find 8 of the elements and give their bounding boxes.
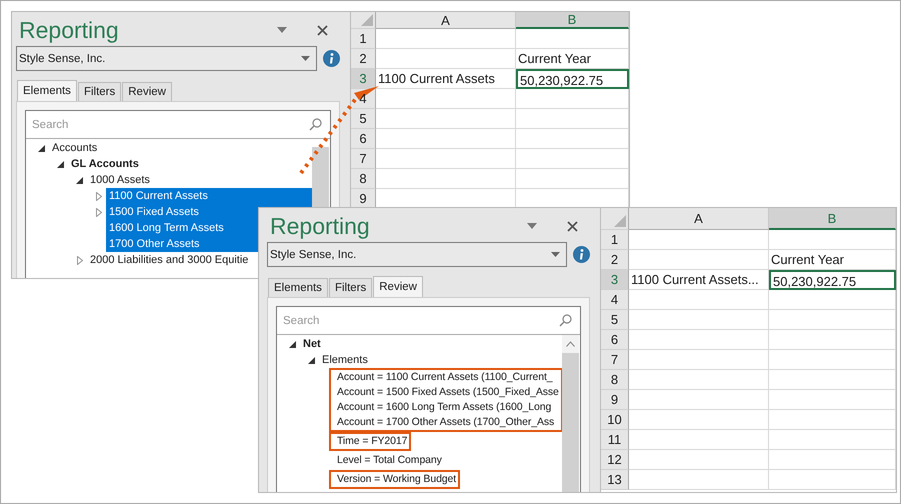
- tree-item: Account = 1100 Current Assets (1100_Current_: [337, 370, 554, 385]
- tree-item: Account = 1500 Fixed Assets (1500_Fixed_Asse: [337, 385, 559, 400]
- tree-item: Account = 1600 Long Term Assets (1600_Long: [337, 400, 552, 415]
- tree-item: Version = Working Budget: [337, 472, 456, 487]
- pane-title: Reporting: [18, 16, 120, 44]
- tree-item: Time = FY2017: [337, 434, 408, 449]
- tree-item: Account = 1700 Other Assets (1700_Other_Ass: [337, 415, 556, 430]
- tree-item: Level = Total Company: [337, 453, 442, 468]
